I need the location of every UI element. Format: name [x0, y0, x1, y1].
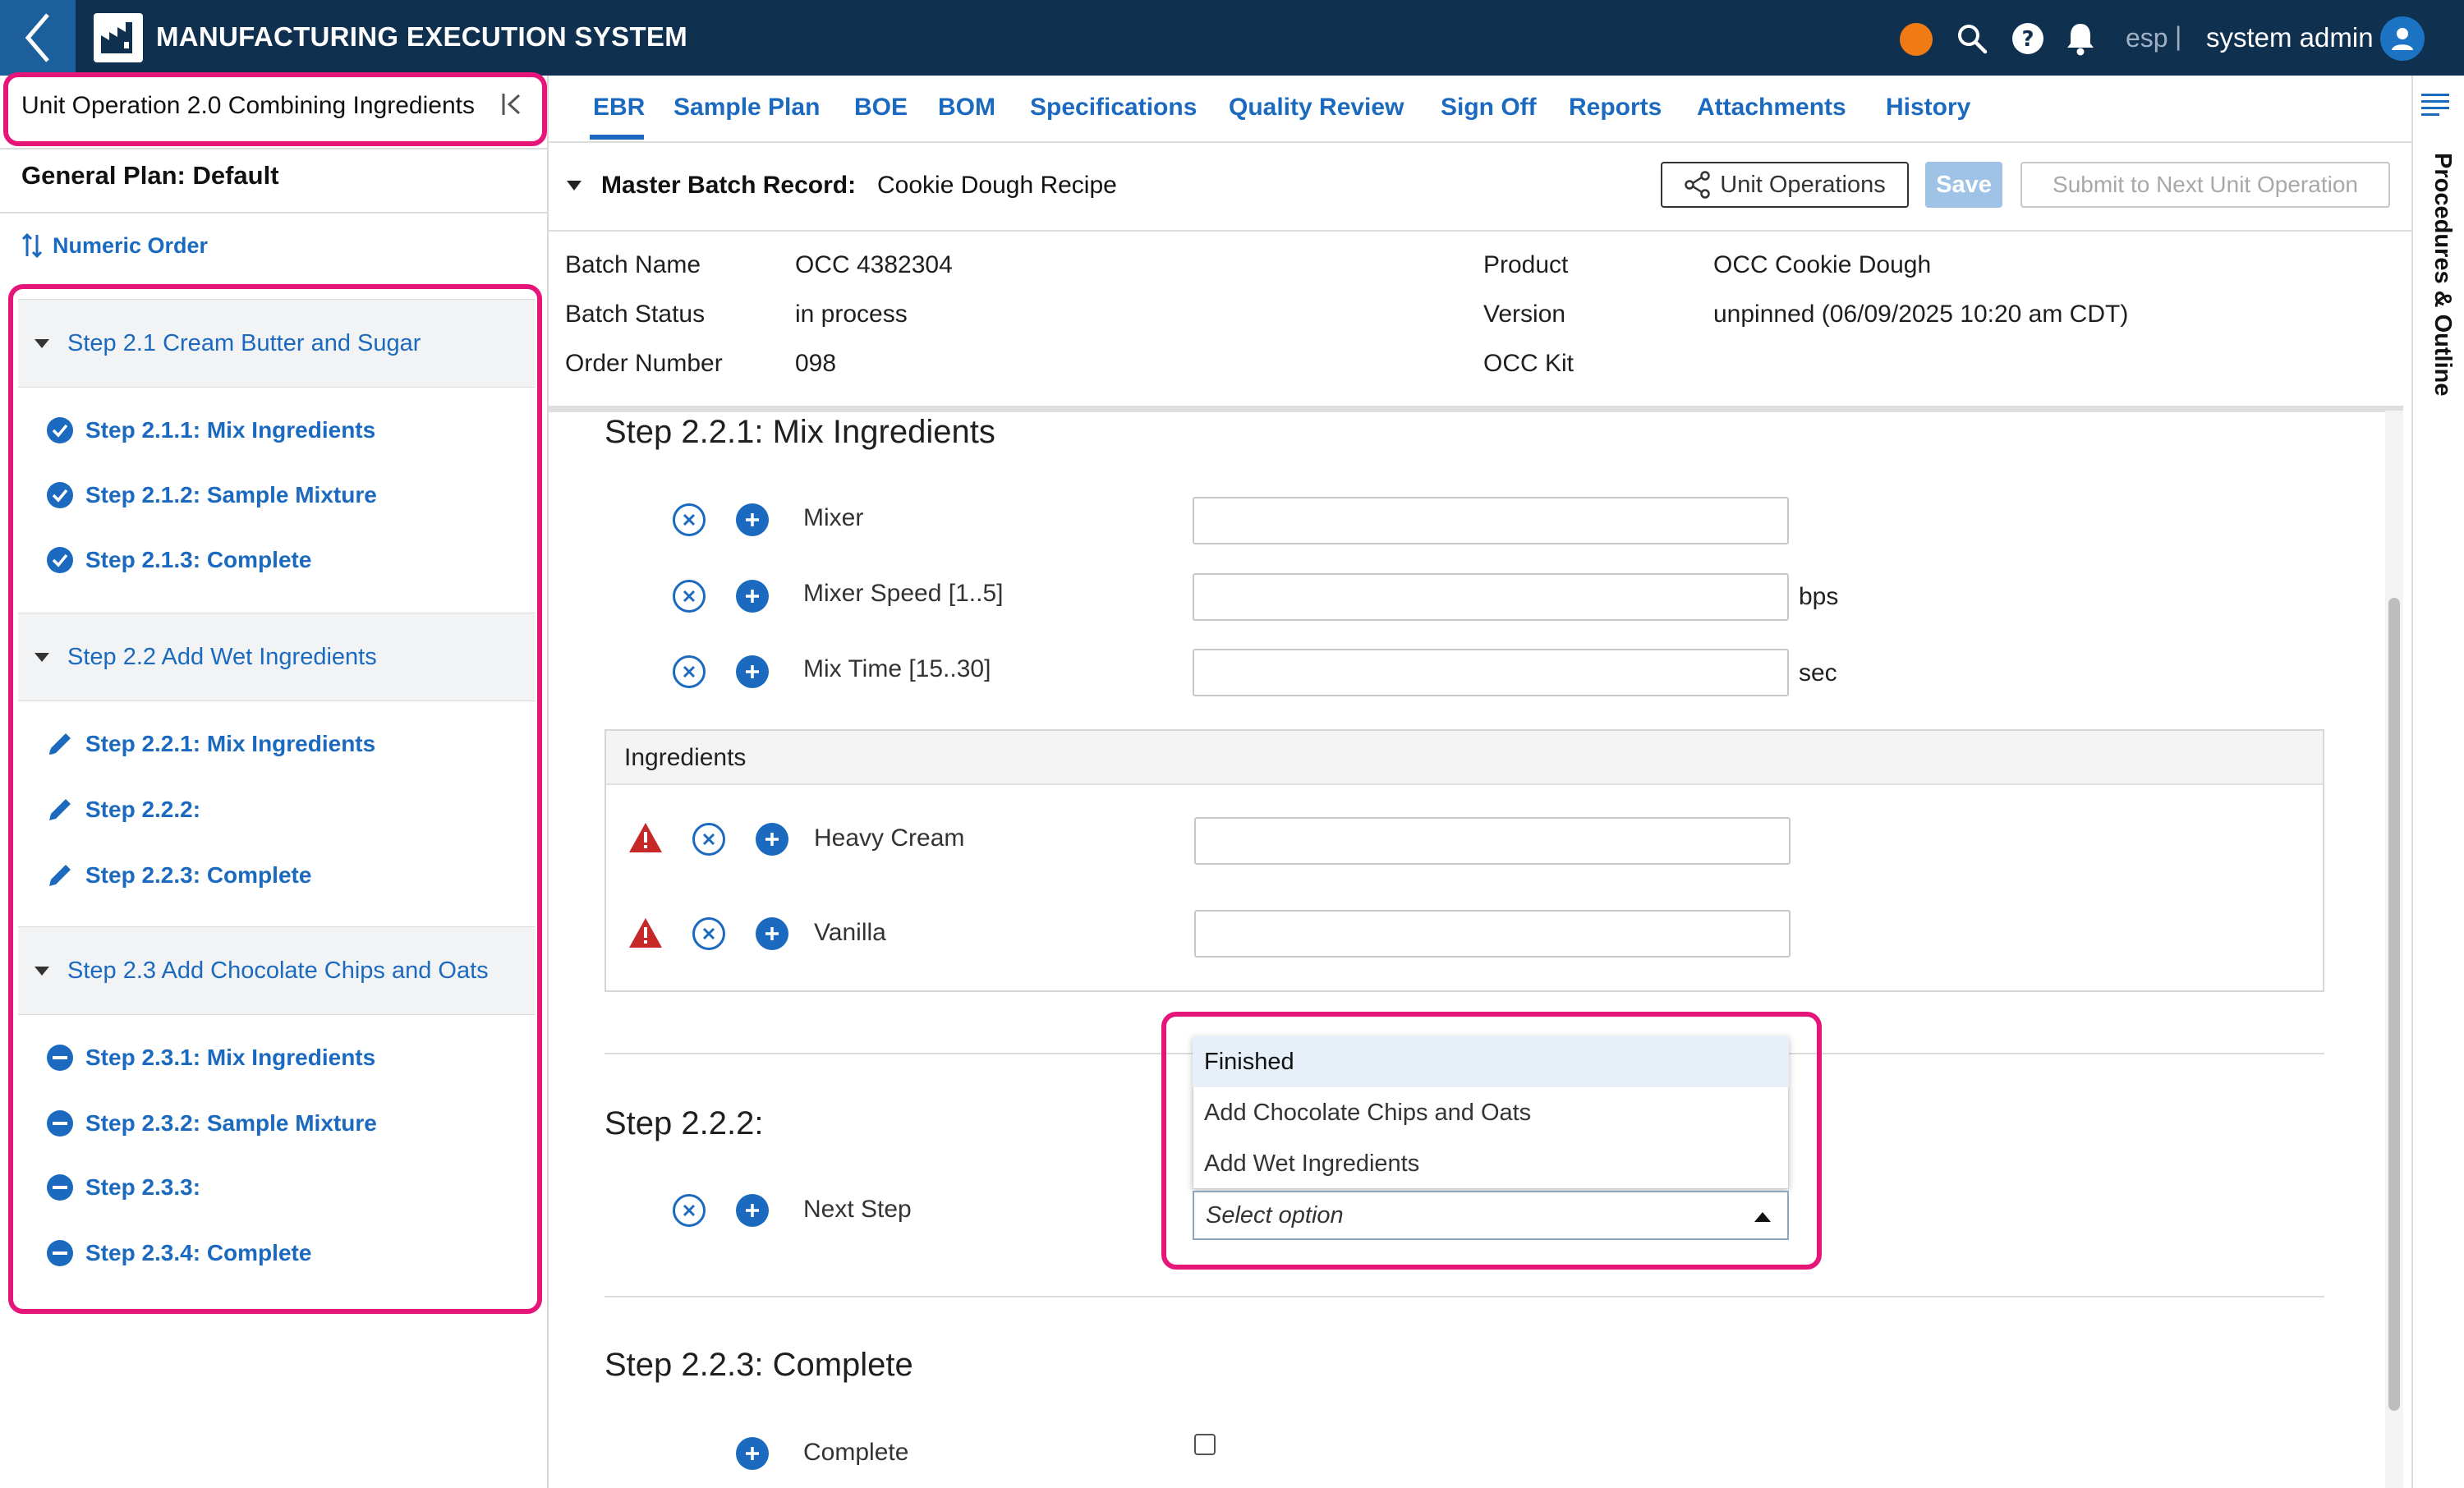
chevron-left-icon — [25, 13, 49, 62]
svg-text:?: ? — [2021, 27, 2034, 52]
clear-field-icon[interactable] — [673, 655, 706, 688]
step-2-2-2-title: Step 2.2.2: — [605, 1105, 764, 1141]
user-name[interactable]: system admin — [2206, 22, 2374, 53]
share-icon — [1685, 171, 1710, 199]
order-number-value: 098 — [795, 350, 837, 377]
mixer-input[interactable] — [1193, 497, 1789, 544]
numeric-order-label: Numeric Order — [53, 232, 209, 258]
add-field-icon[interactable] — [736, 503, 769, 536]
outline-menu-icon[interactable] — [2421, 92, 2454, 118]
divider — [0, 212, 549, 214]
clear-field-icon[interactable] — [673, 1194, 706, 1227]
clear-field-icon[interactable] — [692, 823, 725, 856]
sort-order-icon — [21, 232, 43, 259]
step-2-2-3-title: Step 2.2.3: Complete — [605, 1347, 913, 1383]
clear-field-icon[interactable] — [673, 503, 706, 536]
numeric-order-button[interactable]: Numeric Order — [21, 232, 208, 259]
mbr-value: Cookie Dough Recipe — [877, 172, 1117, 199]
caret-down-icon[interactable] — [567, 181, 582, 191]
language-switch[interactable]: esp — [2126, 23, 2168, 53]
user-avatar-icon[interactable] — [2380, 16, 2425, 61]
order-number-label: Order Number — [565, 350, 723, 377]
clear-field-icon[interactable] — [673, 580, 706, 613]
batch-status-value: in process — [795, 301, 908, 328]
product-label: Product — [1483, 251, 1569, 278]
tab-bom[interactable]: BOM — [938, 94, 995, 122]
mixer-speed-input[interactable] — [1193, 573, 1789, 621]
back-button[interactable] — [0, 0, 76, 76]
occ-kit-label: OCC Kit — [1483, 350, 1574, 377]
add-field-icon[interactable] — [736, 580, 769, 613]
save-button[interactable]: Save — [1925, 162, 2002, 208]
mixer-speed-label: Mixer Speed [1..5] — [803, 580, 1004, 607]
add-field-icon[interactable] — [736, 1437, 769, 1470]
vanilla-label: Vanilla — [814, 919, 886, 946]
add-field-icon[interactable] — [736, 1194, 769, 1227]
scrollbar-thumb[interactable] — [2388, 598, 2400, 1411]
unit-operations-label: Unit Operations — [1720, 171, 1886, 198]
mix-time-unit: sec — [1799, 659, 1837, 687]
outline-highlight — [8, 284, 542, 1314]
tab-sample-plan[interactable]: Sample Plan — [673, 94, 820, 122]
procedures-outline-toggle[interactable]: Procedures & Outline — [2420, 153, 2456, 498]
version-label: Version — [1483, 301, 1566, 328]
batch-name-value: OCC 4382304 — [795, 251, 953, 278]
next-step-label: Next Step — [803, 1196, 912, 1223]
divider — [549, 230, 2411, 232]
add-field-icon[interactable] — [756, 823, 788, 856]
product-value: OCC Cookie Dough — [1713, 251, 1932, 278]
tab-attachments[interactable]: Attachments — [1697, 94, 1846, 122]
batch-name-label: Batch Name — [565, 251, 701, 278]
mixer-speed-unit: bps — [1799, 583, 1839, 610]
complete-label: Complete — [803, 1439, 909, 1466]
section-divider — [605, 1296, 2324, 1297]
status-indicator[interactable] — [1900, 23, 1933, 56]
tab-sign-off[interactable]: Sign Off — [1441, 94, 1537, 122]
unit-title-highlight — [3, 72, 547, 146]
clear-field-icon[interactable] — [692, 917, 725, 950]
vanilla-input[interactable] — [1194, 910, 1791, 958]
tab-history[interactable]: History — [1886, 94, 1970, 122]
unit-operations-button[interactable]: Unit Operations — [1661, 162, 1909, 208]
step-2-2-1-title: Step 2.2.1: Mix Ingredients — [605, 414, 995, 450]
warning-icon — [627, 916, 664, 949]
plan-title: General Plan: Default — [21, 161, 279, 190]
batch-status-label: Batch Status — [565, 301, 706, 328]
language-separator: | — [2175, 21, 2182, 51]
mix-time-input[interactable] — [1193, 649, 1789, 696]
tab-ebr[interactable]: EBR — [593, 94, 645, 122]
factory-logo-icon — [94, 13, 143, 62]
ingredients-header — [606, 731, 2323, 785]
top-bar: MANUFACTURING EXECUTION SYSTEM ? esp | s… — [0, 0, 2464, 76]
warning-icon — [627, 821, 664, 854]
tab-specifications[interactable]: Specifications — [1030, 94, 1197, 122]
tab-boe[interactable]: BOE — [854, 94, 908, 122]
app-title: MANUFACTURING EXECUTION SYSTEM — [156, 21, 688, 52]
divider — [0, 148, 549, 149]
tab-reports[interactable]: Reports — [1569, 94, 1662, 122]
active-tab-indicator — [590, 135, 644, 140]
bell-icon[interactable] — [2063, 21, 2098, 56]
help-icon[interactable]: ? — [2011, 21, 2045, 56]
ingredients-title: Ingredients — [624, 744, 747, 771]
mbr-label: Master Batch Record: — [601, 172, 857, 199]
dropdown-highlight — [1161, 1012, 1822, 1270]
search-icon[interactable] — [1955, 21, 1989, 56]
heavy-cream-input[interactable] — [1194, 817, 1791, 865]
mix-time-label: Mix Time [15..30] — [803, 655, 991, 682]
complete-checkbox[interactable] — [1194, 1434, 1216, 1455]
submit-next-unit-button[interactable]: Submit to Next Unit Operation — [2020, 162, 2390, 208]
mixer-label: Mixer — [803, 504, 864, 531]
add-field-icon[interactable] — [736, 655, 769, 688]
tab-quality-review[interactable]: Quality Review — [1229, 94, 1404, 122]
add-field-icon[interactable] — [756, 917, 788, 950]
heavy-cream-label: Heavy Cream — [814, 824, 965, 852]
version-value: unpinned (06/09/2025 10:20 am CDT) — [1713, 301, 2129, 328]
